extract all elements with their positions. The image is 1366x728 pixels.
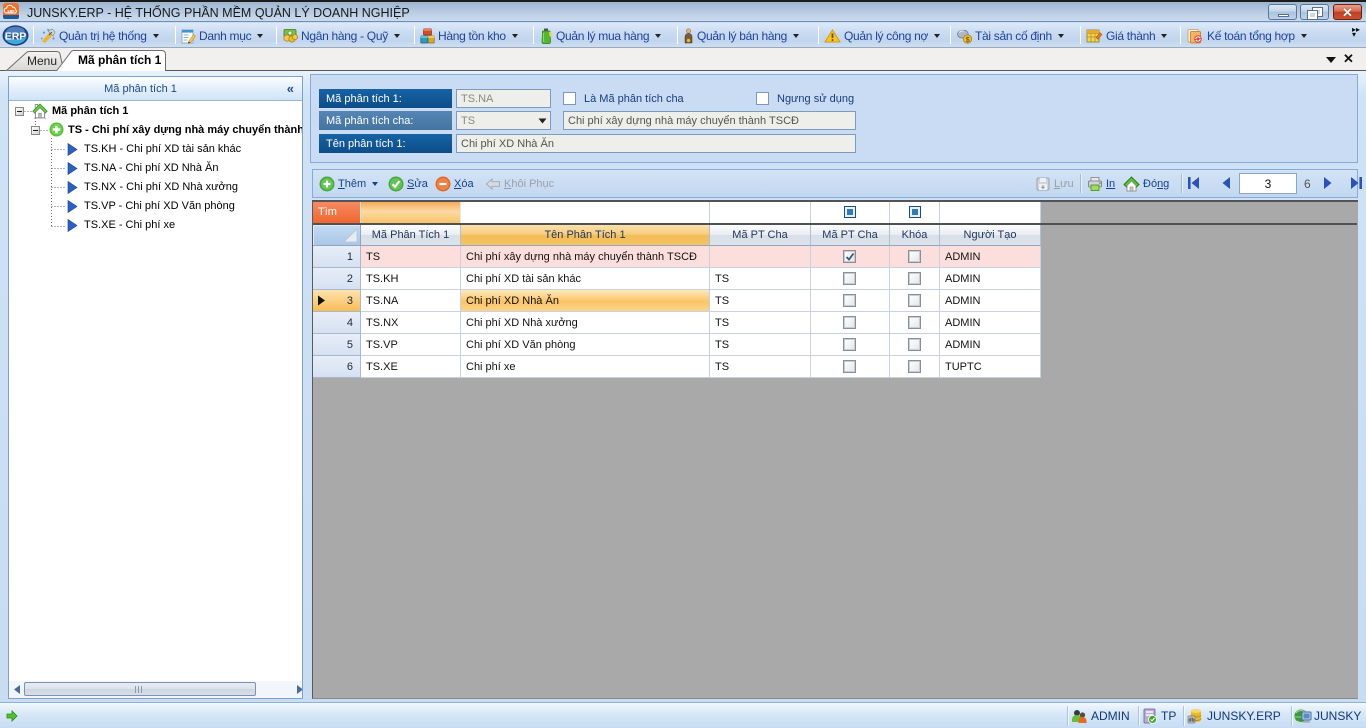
svg-text:ERP: ERP [5, 31, 27, 43]
svg-text:ERP: ERP [8, 10, 16, 14]
svg-text:db: db [1188, 718, 1194, 724]
svg-text:$: $ [966, 37, 970, 44]
